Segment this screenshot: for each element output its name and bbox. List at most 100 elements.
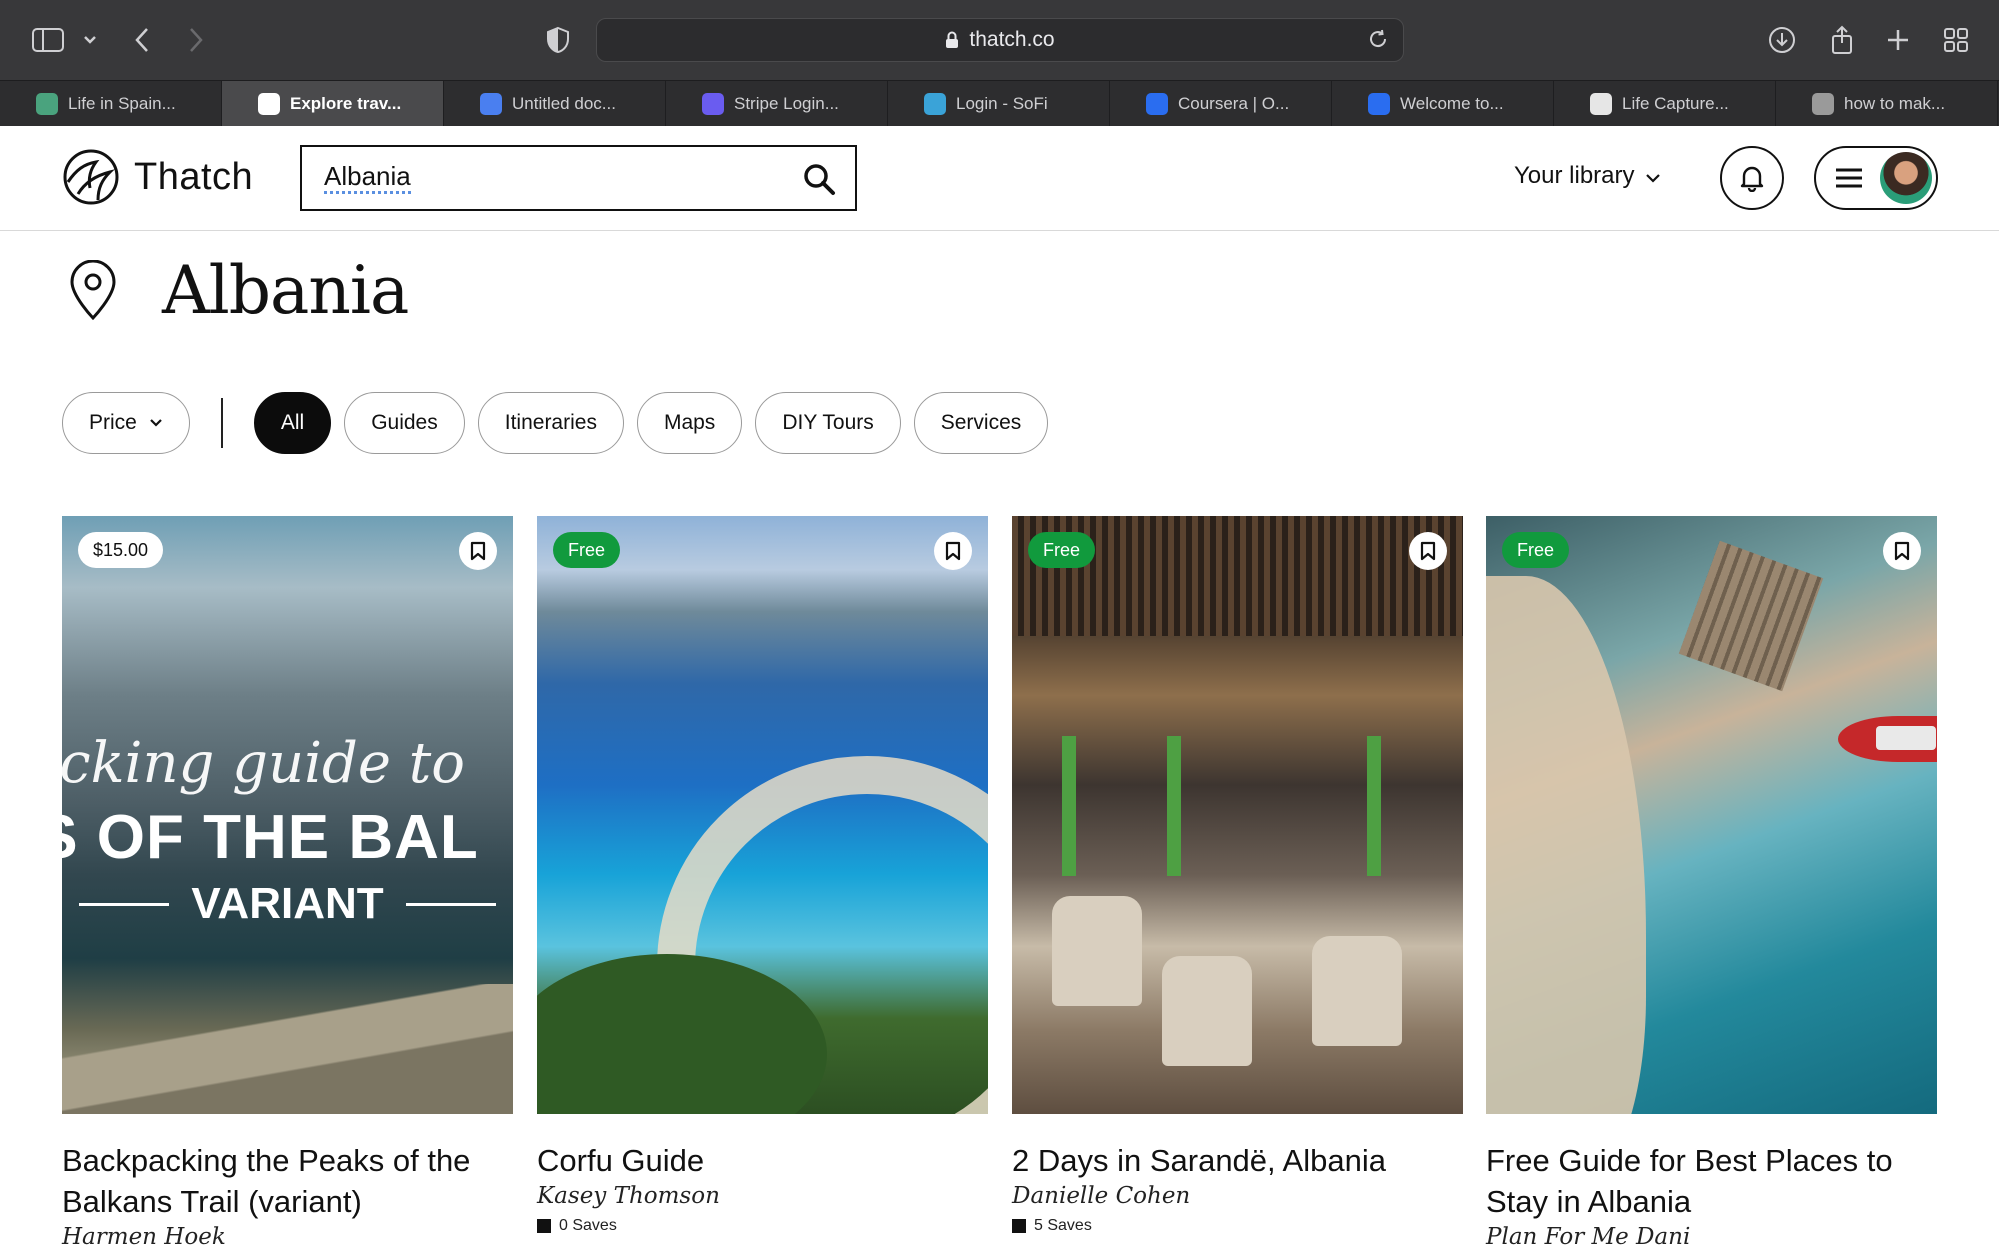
cover-big-text: S OF THE BAL <box>62 803 479 872</box>
bookmark-icon[interactable] <box>934 532 972 570</box>
notifications-button[interactable] <box>1720 146 1784 210</box>
tab-label: Life in Spain... <box>68 94 176 113</box>
filter-chip-diy-tours[interactable]: DIY Tours <box>755 392 901 454</box>
browser-tab[interactable]: Life in Spain... <box>0 81 222 127</box>
hamburger-menu-icon <box>1836 168 1862 188</box>
thatch-logo-icon <box>63 149 119 205</box>
search-input[interactable]: Albania <box>300 145 857 211</box>
tab-label: Explore trav... <box>290 94 402 113</box>
new-tab-plus-icon[interactable] <box>1880 22 1916 58</box>
browser-tab[interactable]: Coursera | O... <box>1110 81 1332 127</box>
sofi-icon <box>924 93 946 115</box>
card-author[interactable]: Harmen Hoek <box>62 1224 513 1250</box>
green-wall-panel <box>1367 736 1381 876</box>
filter-bar: Price All Guides Itineraries Maps DIY To… <box>62 392 1049 454</box>
free-badge: Free <box>553 532 621 568</box>
tab-overview-icon[interactable] <box>1938 22 1974 58</box>
bell-icon <box>1740 166 1764 192</box>
browser-tabs: Life in Spain... Explore trav... Untitled … <box>0 80 1999 127</box>
browser-tab[interactable]: Life Capture... <box>1554 81 1776 127</box>
filter-chip-itineraries[interactable]: Itineraries <box>477 392 624 454</box>
cover-script-text: packing guide to <box>62 731 465 796</box>
browser-tab[interactable]: Untitled doc... <box>444 81 666 127</box>
cover-variant-row: VARIANT <box>62 879 513 929</box>
guide-card[interactable]: Free Corfu Guide Kasey Thomson 0 Saves <box>537 516 988 1235</box>
guide-cover-image[interactable]: Free <box>1486 516 1937 1114</box>
address-bar[interactable]: thatch.co <box>596 18 1404 62</box>
mountain-ridge-shape <box>62 984 513 1114</box>
guide-cover-image[interactable]: Free <box>537 516 988 1114</box>
dock-shape <box>1678 540 1824 692</box>
card-author[interactable]: Danielle Cohen <box>1012 1183 1463 1209</box>
avatar <box>1880 152 1932 204</box>
filter-chip-guides[interactable]: Guides <box>344 392 465 454</box>
lock-icon <box>945 31 959 49</box>
logo-text: Thatch <box>134 155 254 198</box>
account-menu-button[interactable] <box>1814 146 1938 210</box>
browser-tab[interactable]: Explore trav... <box>222 81 444 127</box>
guide-cover-image[interactable]: Free <box>1012 516 1463 1114</box>
saves-icon <box>1012 1219 1026 1233</box>
saves-text: 5 Saves <box>1034 1217 1092 1234</box>
guide-card[interactable]: Free 2 Days in Sarandë, Albania Danielle… <box>1012 516 1463 1235</box>
chair-shape <box>1312 936 1402 1046</box>
library-label: Your library <box>1514 162 1635 189</box>
google-docs-icon <box>480 93 502 115</box>
card-title[interactable]: Corfu Guide <box>537 1140 988 1181</box>
sidebar-toggle-icon[interactable] <box>30 22 66 58</box>
chevron-down-icon <box>1645 162 1661 190</box>
saves-text: 0 Saves <box>559 1217 617 1234</box>
search-value[interactable]: Albania <box>324 162 411 194</box>
google-icon <box>1812 93 1834 115</box>
browser-tab[interactable]: Welcome to... <box>1332 81 1554 127</box>
forward-arrow-icon[interactable] <box>178 22 214 58</box>
guide-card[interactable]: packing guide to S OF THE BAL VARIANT $1… <box>62 516 513 1250</box>
filter-chip-all[interactable]: All <box>253 392 332 454</box>
browser-tab[interactable]: Login - SoFi <box>888 81 1110 127</box>
boat-shape <box>1838 716 1937 762</box>
url-text: thatch.co <box>969 28 1055 51</box>
bookmark-icon[interactable] <box>459 532 497 570</box>
guide-cover-image[interactable]: packing guide to S OF THE BAL VARIANT $1… <box>62 516 513 1114</box>
stripe-icon <box>702 93 724 115</box>
card-title[interactable]: Free Guide for Best Places to Stay in Al… <box>1486 1140 1937 1222</box>
search-icon[interactable] <box>801 161 837 197</box>
browser-tab[interactable]: how to mak... <box>1776 81 1998 127</box>
saves-icon <box>537 1219 551 1233</box>
downloads-icon[interactable] <box>1764 22 1800 58</box>
card-title[interactable]: Backpacking the Peaks of the Balkans Tra… <box>62 1140 513 1222</box>
card-title[interactable]: 2 Days in Sarandë, Albania <box>1012 1140 1463 1181</box>
green-wall-panel <box>1062 736 1076 876</box>
chevron-down-icon <box>149 418 163 428</box>
free-badge: Free <box>1028 532 1096 568</box>
bookmark-icon[interactable] <box>1409 532 1447 570</box>
tab-label: Stripe Login... <box>734 94 839 113</box>
guide-card[interactable]: Free Free Guide for Best Places to Stay … <box>1486 516 1937 1250</box>
filter-divider <box>220 398 223 448</box>
thatch-logo[interactable]: Thatch <box>62 148 253 206</box>
browser-chrome: thatch.co Life in Spain... Explore trav..… <box>0 0 1999 127</box>
privacy-shield-icon[interactable] <box>540 22 576 58</box>
free-badge: Free <box>1502 532 1570 568</box>
page-title: Albania <box>162 252 409 329</box>
price-filter-dropdown[interactable]: Price <box>62 392 190 454</box>
filter-chip-services[interactable]: Services <box>913 392 1049 454</box>
chatgpt-icon <box>36 93 58 115</box>
cover-text-overlay: packing guide to S OF THE BAL VARIANT <box>62 731 513 929</box>
back-arrow-icon[interactable] <box>124 22 160 58</box>
card-author[interactable]: Kasey Thomson <box>537 1183 988 1209</box>
card-author[interactable]: Plan For Me Dani <box>1486 1224 1937 1250</box>
chevron-down-icon[interactable] <box>72 22 108 58</box>
reload-icon[interactable] <box>1367 28 1389 56</box>
saves-count: 5 Saves <box>1012 1217 1463 1235</box>
share-icon[interactable] <box>1824 22 1860 58</box>
tab-label: Life Capture... <box>1622 94 1729 113</box>
bookmark-icon[interactable] <box>1883 532 1921 570</box>
filter-chip-maps[interactable]: Maps <box>636 392 743 454</box>
chair-shape <box>1162 956 1252 1066</box>
tab-label: Login - SoFi <box>956 94 1048 113</box>
coursera-icon <box>1368 93 1390 115</box>
thatch-icon <box>258 93 280 115</box>
your-library-dropdown[interactable]: Your library <box>1514 162 1661 190</box>
browser-tab[interactable]: Stripe Login... <box>666 81 888 127</box>
